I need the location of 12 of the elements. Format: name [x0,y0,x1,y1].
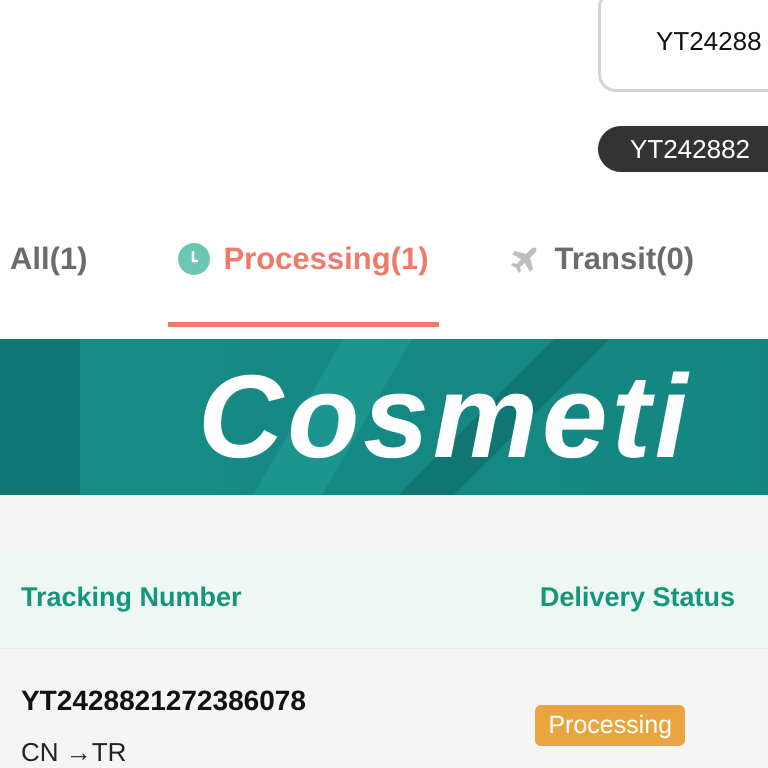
column-header: Tracking Number [21,582,242,614]
column-header: Delivery Status [540,582,735,614]
status-tab[interactable]: All(1) [0,196,98,328]
clock-icon [178,243,210,276]
tracking-chip[interactable]: YT242882 [598,126,768,172]
tracking-number: YT2428821272386078 [21,685,306,717]
status-tab[interactable]: Processing(1) [168,196,439,328]
route-text: CN →TR [21,737,128,768]
search-field[interactable]: YT24288 [598,0,768,92]
banner-title: Cosmeti [198,350,692,486]
status-tab[interactable]: Transit(0) [498,196,704,328]
status-badge: Processing [535,705,685,746]
